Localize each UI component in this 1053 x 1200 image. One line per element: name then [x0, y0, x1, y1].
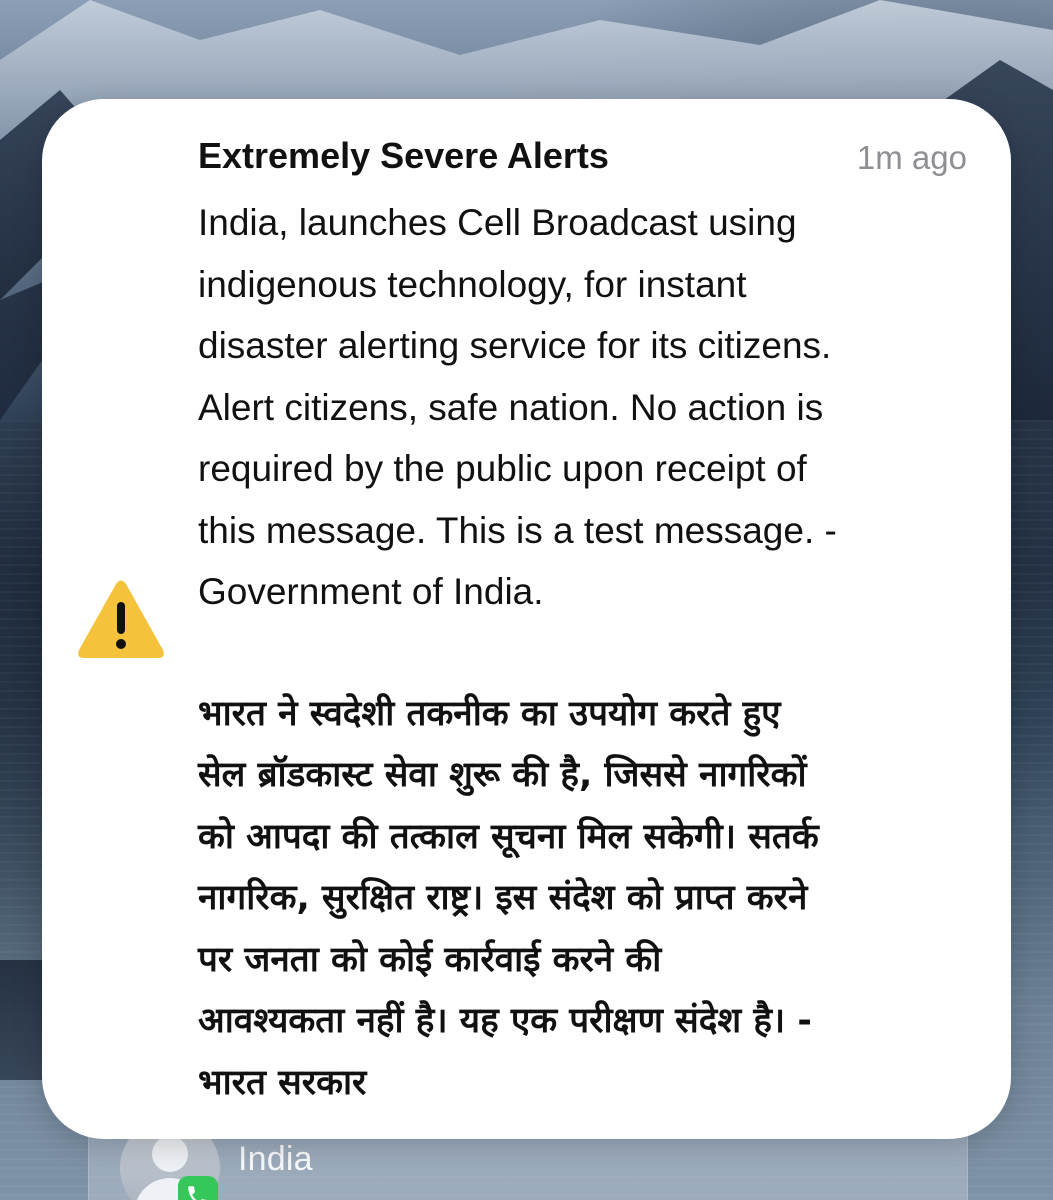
alert-message: India, launches Cell Broadcast using ind…	[198, 192, 968, 1114]
alert-title: Extremely Severe Alerts	[198, 135, 609, 176]
warning-triangle-icon	[78, 580, 164, 658]
alert-message-hindi: भारत ने स्वदेशी तकनीक का उपयोग करते हुए …	[198, 693, 819, 1103]
phone-icon	[178, 1176, 218, 1200]
alert-timestamp: 1m ago	[856, 139, 967, 176]
lock-screen: India Extremely Severe Alerts 1m ago Ind…	[0, 0, 1053, 1200]
alert-message-english: India, launches Cell Broadcast using ind…	[198, 202, 837, 612]
background-notification-title: India	[238, 1140, 313, 1178]
